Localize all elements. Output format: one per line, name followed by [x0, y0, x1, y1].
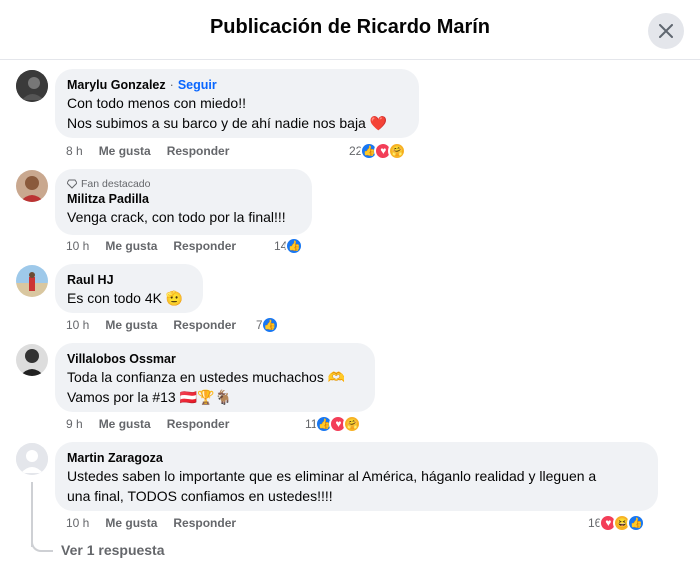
reply-button[interactable]: Responder	[173, 516, 236, 530]
reaction-summary[interactable]: 11 👍 ♥ 🤗	[305, 415, 362, 433]
like-button[interactable]: Me gusta	[105, 516, 157, 530]
comment-text: una final, TODOS confiamos en ustedes!!!…	[67, 488, 333, 504]
comment-text: Vamos por la #13 🇦🇹🏆🐐	[67, 389, 232, 405]
comment-author[interactable]: Militza Padilla	[67, 191, 300, 207]
comment-author[interactable]: Raul HJ	[67, 272, 191, 288]
comment-text: Venga crack, con todo por la final!!!	[67, 209, 286, 225]
comment-bubble: Fan destacado Militza Padilla Venga crac…	[55, 169, 312, 235]
close-icon	[659, 24, 673, 38]
reply-button[interactable]: Responder	[167, 417, 230, 431]
comment-actions: 8 h Me gusta Responder	[66, 144, 229, 158]
comment-text: Ustedes saben lo importante que es elimi…	[67, 468, 597, 484]
reply-button[interactable]: Responder	[167, 144, 230, 158]
comment-author[interactable]: Martin Zaragoza	[67, 450, 646, 466]
comment-actions: 10 h Me gusta Responder	[66, 239, 236, 253]
view-replies-link[interactable]: Ver 1 respuesta	[61, 542, 165, 558]
like-button[interactable]: Me gusta	[105, 318, 157, 332]
reaction-summary[interactable]: 14 👍	[274, 237, 304, 255]
thread-connector	[31, 536, 53, 552]
avatar[interactable]	[16, 443, 48, 475]
comment-actions: 10 h Me gusta Responder	[66, 318, 236, 332]
comment-time[interactable]: 10 h	[66, 318, 89, 332]
comment-actions: 9 h Me gusta Responder	[66, 417, 229, 431]
close-button[interactable]	[648, 13, 684, 49]
avatar[interactable]	[16, 344, 48, 376]
comment-bubble: Villalobos Ossmar Toda la confianza en u…	[55, 343, 375, 412]
follow-button[interactable]: Seguir	[178, 78, 217, 92]
dialog-title: Publicación de Ricardo Marín	[209, 16, 491, 38]
comment-text: Es con todo 4K 🫡	[67, 290, 184, 306]
like-button[interactable]: Me gusta	[99, 144, 151, 158]
like-reaction-icon: 👍	[627, 514, 646, 532]
comment-text: Nos subimos a su barco y de ahí nadie no…	[67, 115, 388, 131]
avatar[interactable]	[16, 265, 48, 297]
like-button[interactable]: Me gusta	[105, 239, 157, 253]
comment-text: Con todo menos con miedo!!	[67, 95, 246, 111]
comment-time[interactable]: 10 h	[66, 516, 89, 530]
comment-time[interactable]: 10 h	[66, 239, 89, 253]
comment-author[interactable]: Marylu Gonzalez	[67, 78, 166, 92]
avatar[interactable]	[16, 170, 48, 202]
reaction-summary[interactable]: 7 👍	[256, 316, 279, 334]
comment-actions: 10 h Me gusta Responder	[66, 516, 236, 530]
comment-author[interactable]: Villalobos Ossmar	[67, 351, 363, 367]
like-reaction-icon: 👍	[285, 237, 304, 255]
separator-dot: ·	[169, 78, 174, 92]
comment-time[interactable]: 8 h	[66, 144, 83, 158]
care-reaction-icon: 🤗	[388, 142, 407, 160]
reply-button[interactable]: Responder	[173, 318, 236, 332]
reply-button[interactable]: Responder	[173, 239, 236, 253]
comment-bubble: Raul HJ Es con todo 4K 🫡	[55, 264, 203, 313]
reaction-summary[interactable]: 22 👍 ♥ 🤗	[349, 142, 407, 160]
comment-bubble: Marylu Gonzalez · Seguir Con todo menos co…	[55, 69, 419, 138]
comment-time[interactable]: 9 h	[66, 417, 83, 431]
avatar[interactable]	[16, 70, 48, 102]
comment-bubble: Martin Zaragoza Ustedes saben lo importa…	[55, 442, 658, 511]
reaction-summary[interactable]: 16 ♥ 😆 👍	[588, 514, 646, 532]
post-dialog-header: Publicación de Ricardo Marín	[0, 0, 700, 60]
comment-text: Toda la confianza en ustedes muchachos 🫶	[67, 369, 346, 385]
badge-label: Fan destacado	[81, 178, 151, 190]
diamond-icon	[67, 179, 77, 189]
like-reaction-icon: 👍	[260, 316, 279, 334]
care-reaction-icon: 🤗	[343, 415, 362, 433]
top-fan-badge: Fan destacado	[67, 177, 300, 191]
like-button[interactable]: Me gusta	[99, 417, 151, 431]
